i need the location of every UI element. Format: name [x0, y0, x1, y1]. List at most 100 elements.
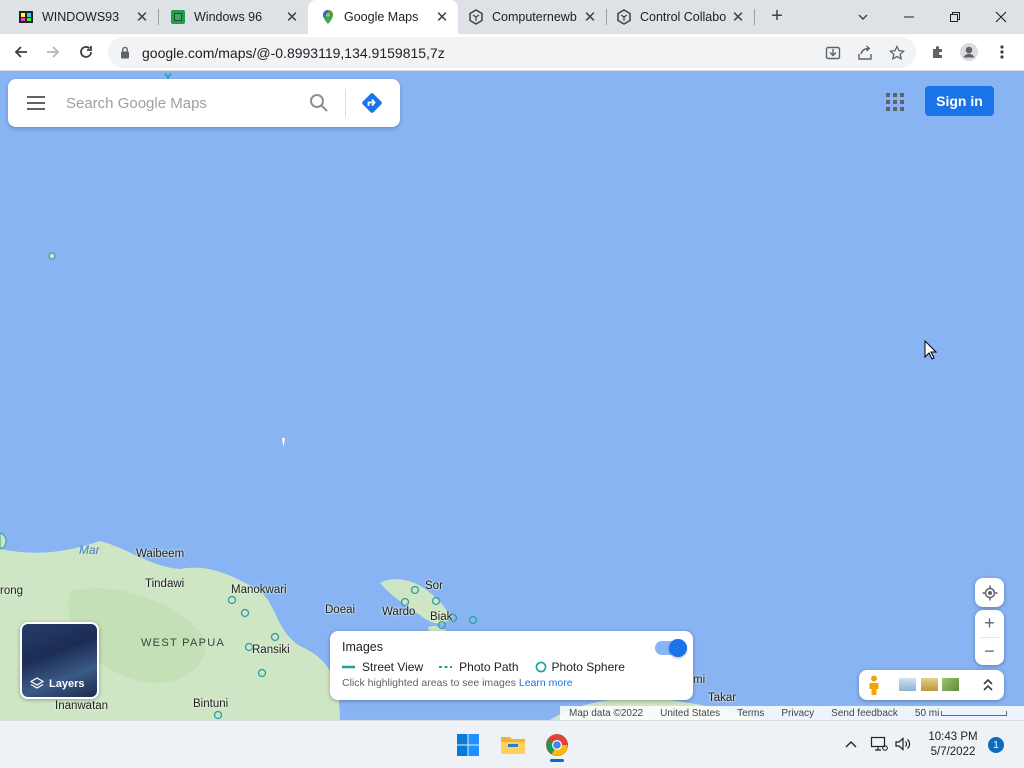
close-icon[interactable]: ✕ [134, 9, 150, 26]
clock-date: 5/7/2022 [930, 746, 976, 758]
sign-in-button[interactable]: Sign in [925, 86, 994, 116]
browser-menu-button[interactable] [989, 39, 1015, 65]
tab-title: Google Maps [344, 10, 419, 24]
clock-time: 10:43 PM [928, 731, 978, 743]
profile-button[interactable] [956, 39, 982, 65]
windows96-favicon [171, 10, 185, 24]
window-close-button[interactable] [978, 0, 1024, 34]
legend-label: Street View [362, 660, 424, 674]
map-label-place[interactable]: Inanwatan [55, 700, 108, 712]
images-toggle[interactable] [655, 639, 687, 657]
imagery-thumbnail[interactable] [921, 678, 938, 691]
map-label-place[interactable]: Takar [708, 692, 736, 704]
google-maps-pin-favicon [323, 10, 333, 24]
chrome-taskbar-button[interactable] [541, 729, 573, 762]
learn-more-link[interactable]: Learn more [519, 677, 573, 689]
file-explorer-button[interactable] [497, 729, 529, 761]
map-label-place[interactable]: Waibeem [136, 548, 184, 560]
zoom-in-button[interactable]: + [975, 610, 1004, 637]
pegman-icon[interactable] [867, 675, 881, 695]
mouse-cursor-icon [924, 340, 938, 360]
privacy-link[interactable]: Privacy [781, 708, 814, 719]
new-tab-button[interactable]: + [766, 5, 788, 27]
directions-icon[interactable] [360, 91, 384, 115]
legend-street-view: Street View [342, 660, 423, 674]
close-icon[interactable]: ✕ [730, 9, 746, 26]
share-icon[interactable] [856, 44, 874, 62]
minimize-button[interactable] [886, 0, 932, 34]
map-label-place[interactable]: Doeai [325, 604, 355, 616]
close-icon[interactable]: ✕ [434, 9, 450, 26]
images-panel-title: Images [342, 640, 383, 654]
tab-windows96[interactable]: Windows 96 ✕ [152, 0, 308, 34]
close-icon[interactable]: ✕ [582, 9, 598, 26]
chevron-up-double-icon[interactable] [982, 678, 994, 692]
address-bar[interactable]: google.com/maps/@-0.8993119,134.9159815,… [108, 37, 916, 68]
legend-label: Photo Sphere [551, 660, 625, 674]
my-location-button[interactable] [975, 578, 1004, 607]
toggle-knob [669, 639, 687, 657]
start-button[interactable] [452, 729, 484, 761]
map-label-place[interactable]: Sor [425, 580, 443, 592]
map-label-place[interactable]: Bintuni [193, 698, 228, 710]
forward-button[interactable] [40, 39, 66, 65]
tab-title: Computernewb [492, 10, 577, 24]
install-app-icon[interactable] [824, 44, 842, 62]
lock-icon[interactable] [120, 46, 130, 59]
minimize-icon [904, 16, 914, 18]
notification-badge[interactable]: 1 [988, 737, 1004, 753]
chevron-up-icon[interactable] [844, 739, 858, 749]
computernewb-favicon [469, 9, 483, 25]
tab-computernewb[interactable]: Computernewb ✕ [458, 0, 606, 34]
layers-icon [30, 677, 44, 689]
map-terrain [0, 72, 760, 720]
tab-divider [754, 9, 755, 25]
scale-label[interactable]: 50 mi [915, 708, 939, 719]
map-label-place[interactable]: Manokwari [231, 584, 287, 596]
active-app-indicator [550, 759, 564, 762]
country-link[interactable]: United States [660, 708, 720, 719]
reload-icon [80, 46, 92, 58]
map-label-place[interactable]: Tindawi [145, 578, 184, 590]
imagery-thumbnail[interactable] [942, 678, 959, 691]
tab-windows93[interactable]: WINDOWS93 ✕ [0, 0, 158, 34]
zoom-out-button[interactable]: − [975, 638, 1004, 665]
imagery-thumbnail[interactable] [899, 678, 916, 691]
file-explorer-icon [501, 737, 525, 754]
terms-link[interactable]: Terms [737, 708, 764, 719]
network-icon[interactable] [870, 736, 888, 752]
map-label-water: Mar [79, 543, 100, 557]
map-label-place[interactable]: mi [693, 674, 705, 686]
volume-icon[interactable] [894, 736, 912, 752]
images-hint: Click highlighted areas to see images Le… [342, 677, 573, 689]
divider [345, 89, 346, 117]
send-feedback-link[interactable]: Send feedback [831, 708, 898, 719]
restore-button[interactable] [932, 0, 978, 34]
search-icon[interactable] [308, 92, 330, 114]
tab-search-button[interactable] [840, 0, 886, 34]
google-apps-grid-icon[interactable] [884, 91, 906, 113]
tab-google-maps[interactable]: Google Maps ✕ [308, 0, 458, 34]
search-input[interactable] [66, 89, 306, 117]
tab-control-collabo[interactable]: Control Collabo ✕ [606, 0, 754, 34]
map-label-place[interactable]: Ransiki [252, 644, 290, 656]
map-canvas[interactable]: Mar Waibeem Tindawi Manokwari rong WEST … [0, 71, 1024, 720]
extensions-button[interactable] [925, 39, 951, 65]
map-label-place[interactable]: Biak [430, 611, 452, 623]
scale-bar [941, 710, 1008, 716]
hamburger-menu-icon[interactable] [24, 93, 48, 113]
layers-button[interactable]: Layers [20, 622, 99, 699]
system-clock[interactable]: 10:43 PM 5/7/2022 [918, 730, 988, 760]
map-label-place[interactable]: rong [0, 585, 23, 597]
map-label-region[interactable]: WEST PAPUA [141, 637, 225, 649]
close-icon[interactable]: ✕ [284, 9, 300, 26]
back-button[interactable] [8, 39, 34, 65]
arrow-left-icon [14, 46, 27, 58]
map-label-place[interactable]: Wardo [382, 606, 415, 618]
bookmark-star-icon[interactable] [888, 44, 906, 62]
computernewb-favicon [617, 9, 631, 25]
street-view-bar [859, 670, 1004, 700]
url-text[interactable]: google.com/maps/@-0.8993119,134.9159815,… [142, 45, 445, 61]
photo-sphere-circle-icon [535, 661, 546, 673]
reload-button[interactable] [73, 39, 99, 65]
